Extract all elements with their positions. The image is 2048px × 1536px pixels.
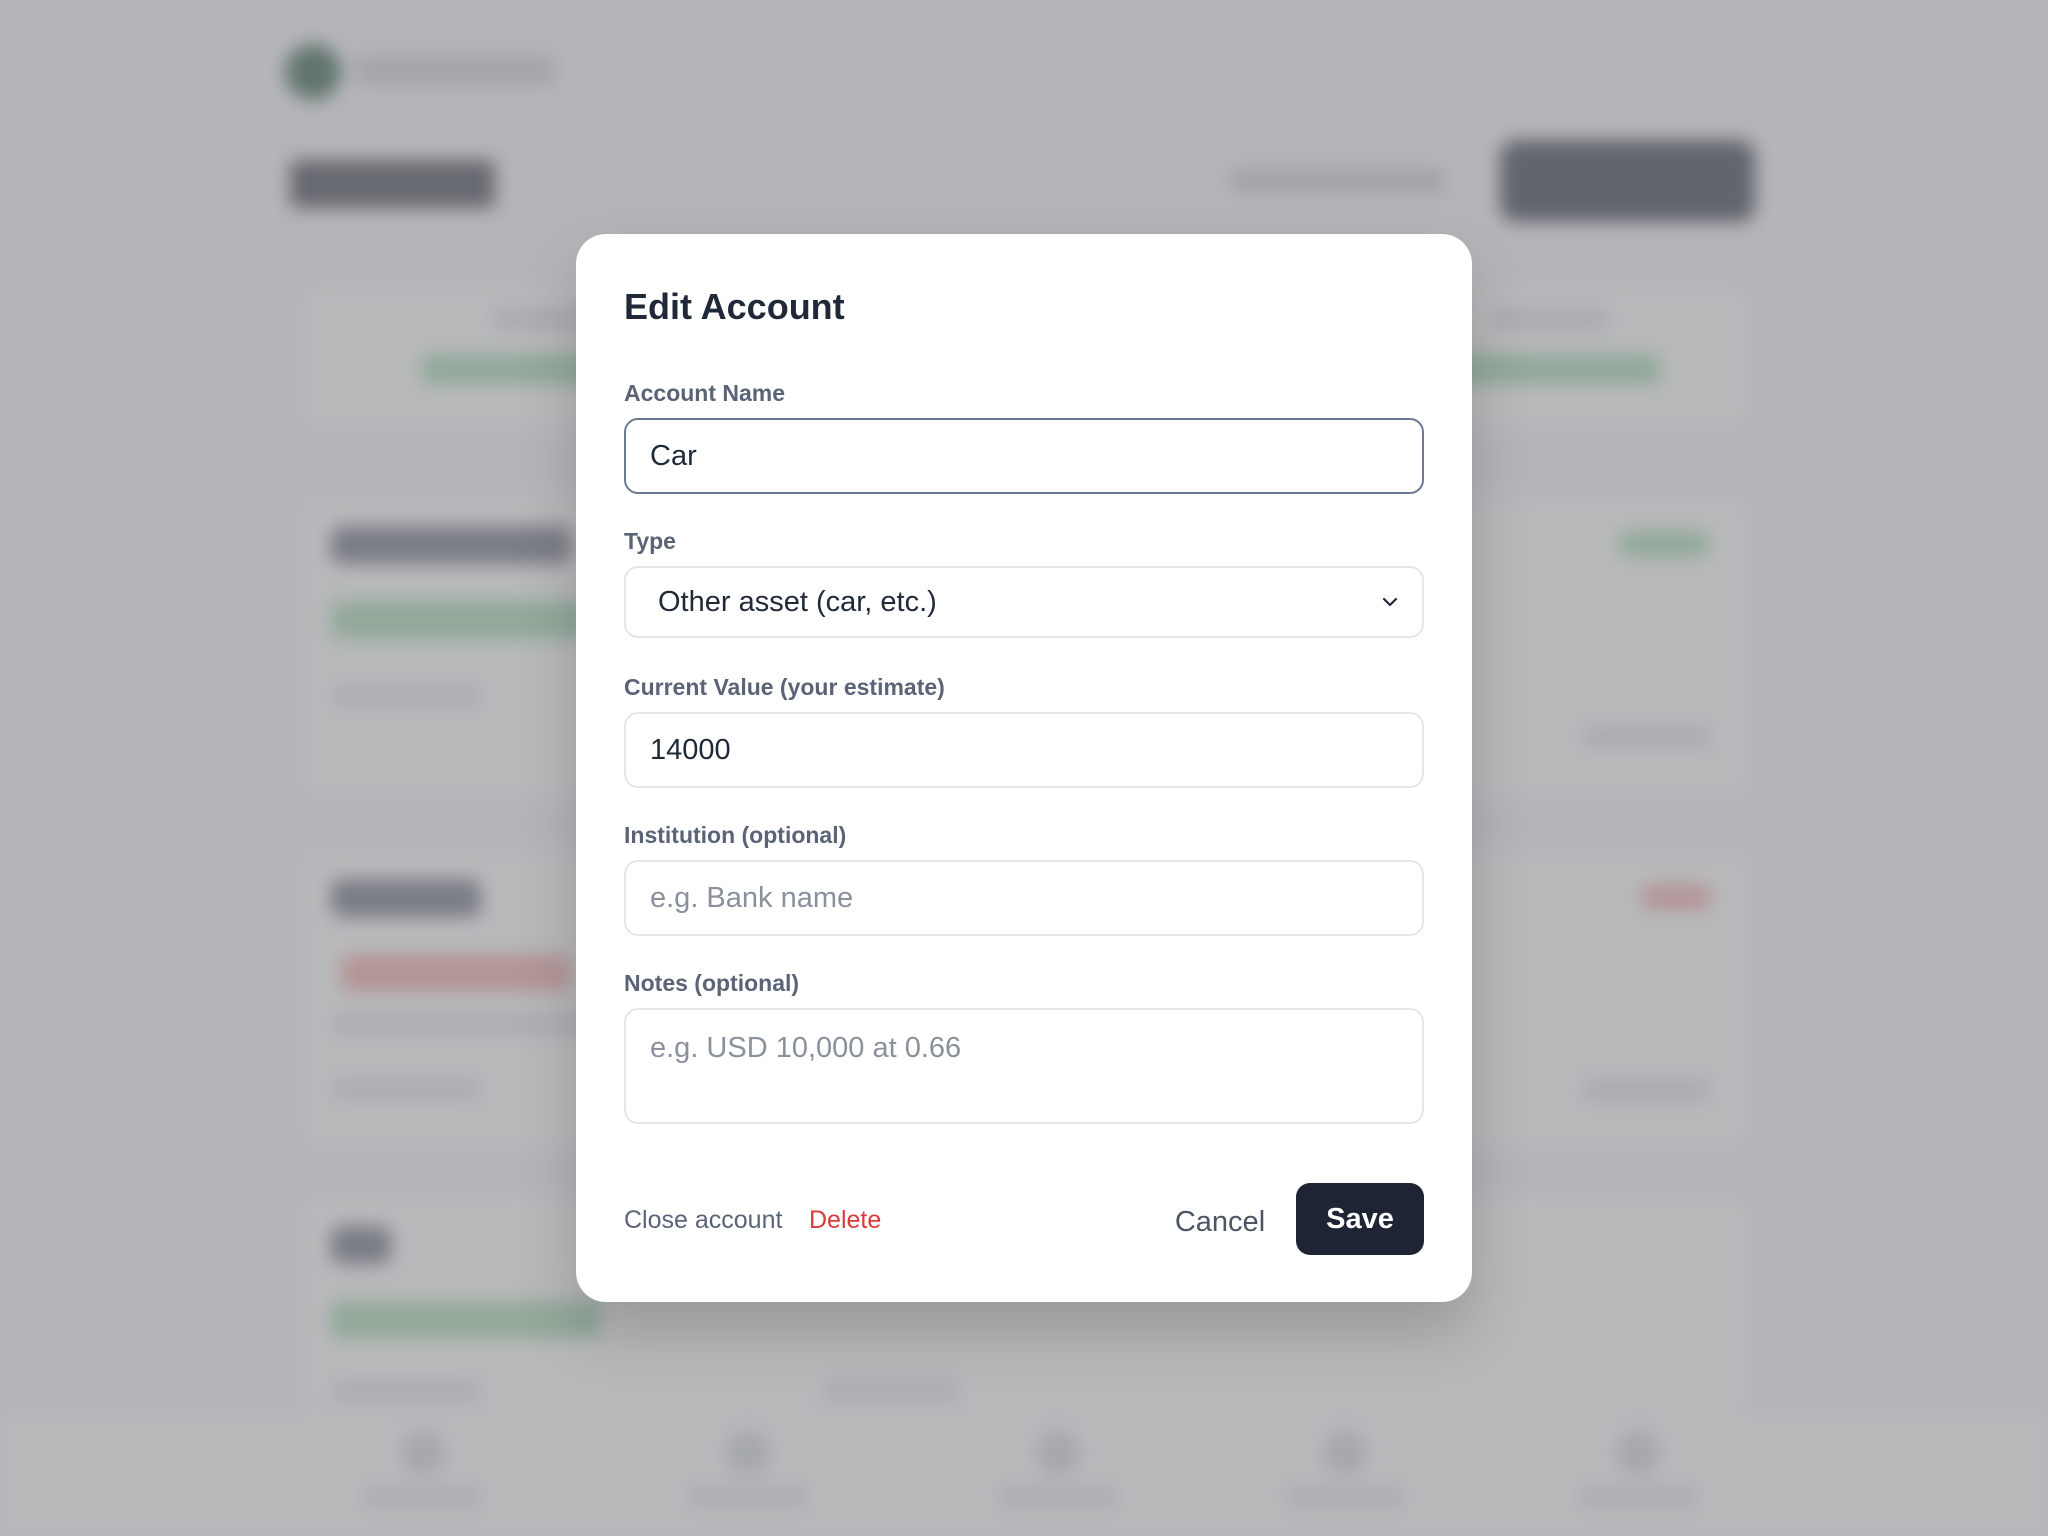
account-name-label: Account Name: [624, 380, 786, 406]
institution-input[interactable]: e.g. Bank name: [624, 860, 1424, 936]
cancel-button[interactable]: Cancel: [1160, 1186, 1280, 1258]
current-value-value: 14000: [650, 733, 731, 766]
account-name-input[interactable]: Car: [624, 418, 1424, 494]
notes-placeholder: e.g. USD 10,000 at 0.66: [650, 1032, 962, 1064]
current-value-label: Current Value (your estimate): [624, 674, 945, 700]
delete-button[interactable]: Delete: [809, 1206, 881, 1235]
edit-account-modal: Edit Account Account Name Car Type Other…: [576, 234, 1472, 1302]
modal-title: Edit Account: [624, 286, 845, 327]
type-label: Type: [624, 528, 676, 554]
institution-label: Institution (optional): [624, 822, 847, 848]
type-select[interactable]: Other asset (car, etc.): [624, 566, 1424, 638]
chevron-down-icon: [1382, 597, 1398, 607]
type-selected-value: Other asset (car, etc.): [658, 585, 937, 618]
account-name-value: Car: [650, 439, 697, 472]
save-button[interactable]: Save: [1296, 1183, 1424, 1255]
institution-placeholder: e.g. Bank name: [650, 881, 854, 914]
close-account-button[interactable]: Close account: [624, 1206, 782, 1235]
notes-label: Notes (optional): [624, 970, 800, 996]
notes-textarea[interactable]: e.g. USD 10,000 at 0.66: [624, 1008, 1424, 1124]
current-value-input[interactable]: 14000: [624, 712, 1424, 788]
